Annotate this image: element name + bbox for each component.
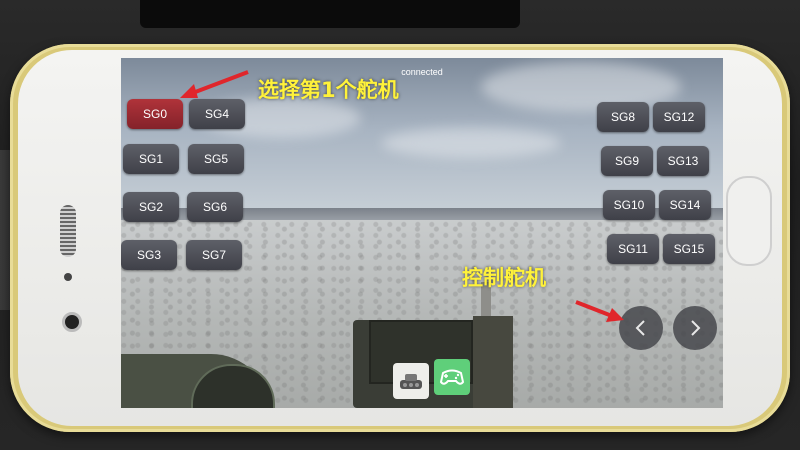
cloud xyxy=(381,128,561,158)
speaker-grille xyxy=(60,205,76,257)
servo-button-sg9[interactable]: SG9 xyxy=(601,146,653,176)
servo-button-sg2[interactable]: SG2 xyxy=(123,192,179,222)
servo-button-sg14[interactable]: SG14 xyxy=(659,190,711,220)
annotation-arrow-control xyxy=(575,300,624,322)
servo-button-sg1[interactable]: SG1 xyxy=(123,144,179,174)
gamepad-button[interactable] xyxy=(434,359,470,395)
game-screen: connected SG0 SG4 SG1 SG5 SG2 SG6 SG3 SG… xyxy=(121,58,723,408)
home-button[interactable] xyxy=(726,176,772,266)
chevron-right-icon xyxy=(691,320,701,336)
monitor-edge xyxy=(140,0,520,28)
servo-button-sg3[interactable]: SG3 xyxy=(121,240,177,270)
servo-button-sg8[interactable]: SG8 xyxy=(597,102,649,132)
machine-gun-body xyxy=(473,316,513,408)
annotation-arrow-select xyxy=(180,70,249,98)
annotation-control-servo: 控制舵机 xyxy=(462,266,546,290)
servo-button-sg6[interactable]: SG6 xyxy=(187,192,243,222)
tank-view-button[interactable] xyxy=(393,363,429,399)
servo-button-sg13[interactable]: SG13 xyxy=(657,146,709,176)
tank-icon xyxy=(400,374,422,389)
chevron-left-icon xyxy=(635,320,645,336)
servo-button-sg7[interactable]: SG7 xyxy=(186,240,242,270)
annotation-select-servo: 选择第1个舵机 xyxy=(258,78,399,102)
rotate-right-button[interactable] xyxy=(673,306,717,350)
servo-button-sg10[interactable]: SG10 xyxy=(603,190,655,220)
servo-button-sg15[interactable]: SG15 xyxy=(663,234,715,264)
servo-button-sg5[interactable]: SG5 xyxy=(188,144,244,174)
servo-button-sg0[interactable]: SG0 xyxy=(127,99,183,129)
gamepad-icon xyxy=(439,369,465,385)
sensor-icon xyxy=(64,273,72,281)
servo-button-sg11[interactable]: SG11 xyxy=(607,234,659,264)
servo-button-sg12[interactable]: SG12 xyxy=(653,102,705,132)
front-camera-icon xyxy=(62,312,82,332)
